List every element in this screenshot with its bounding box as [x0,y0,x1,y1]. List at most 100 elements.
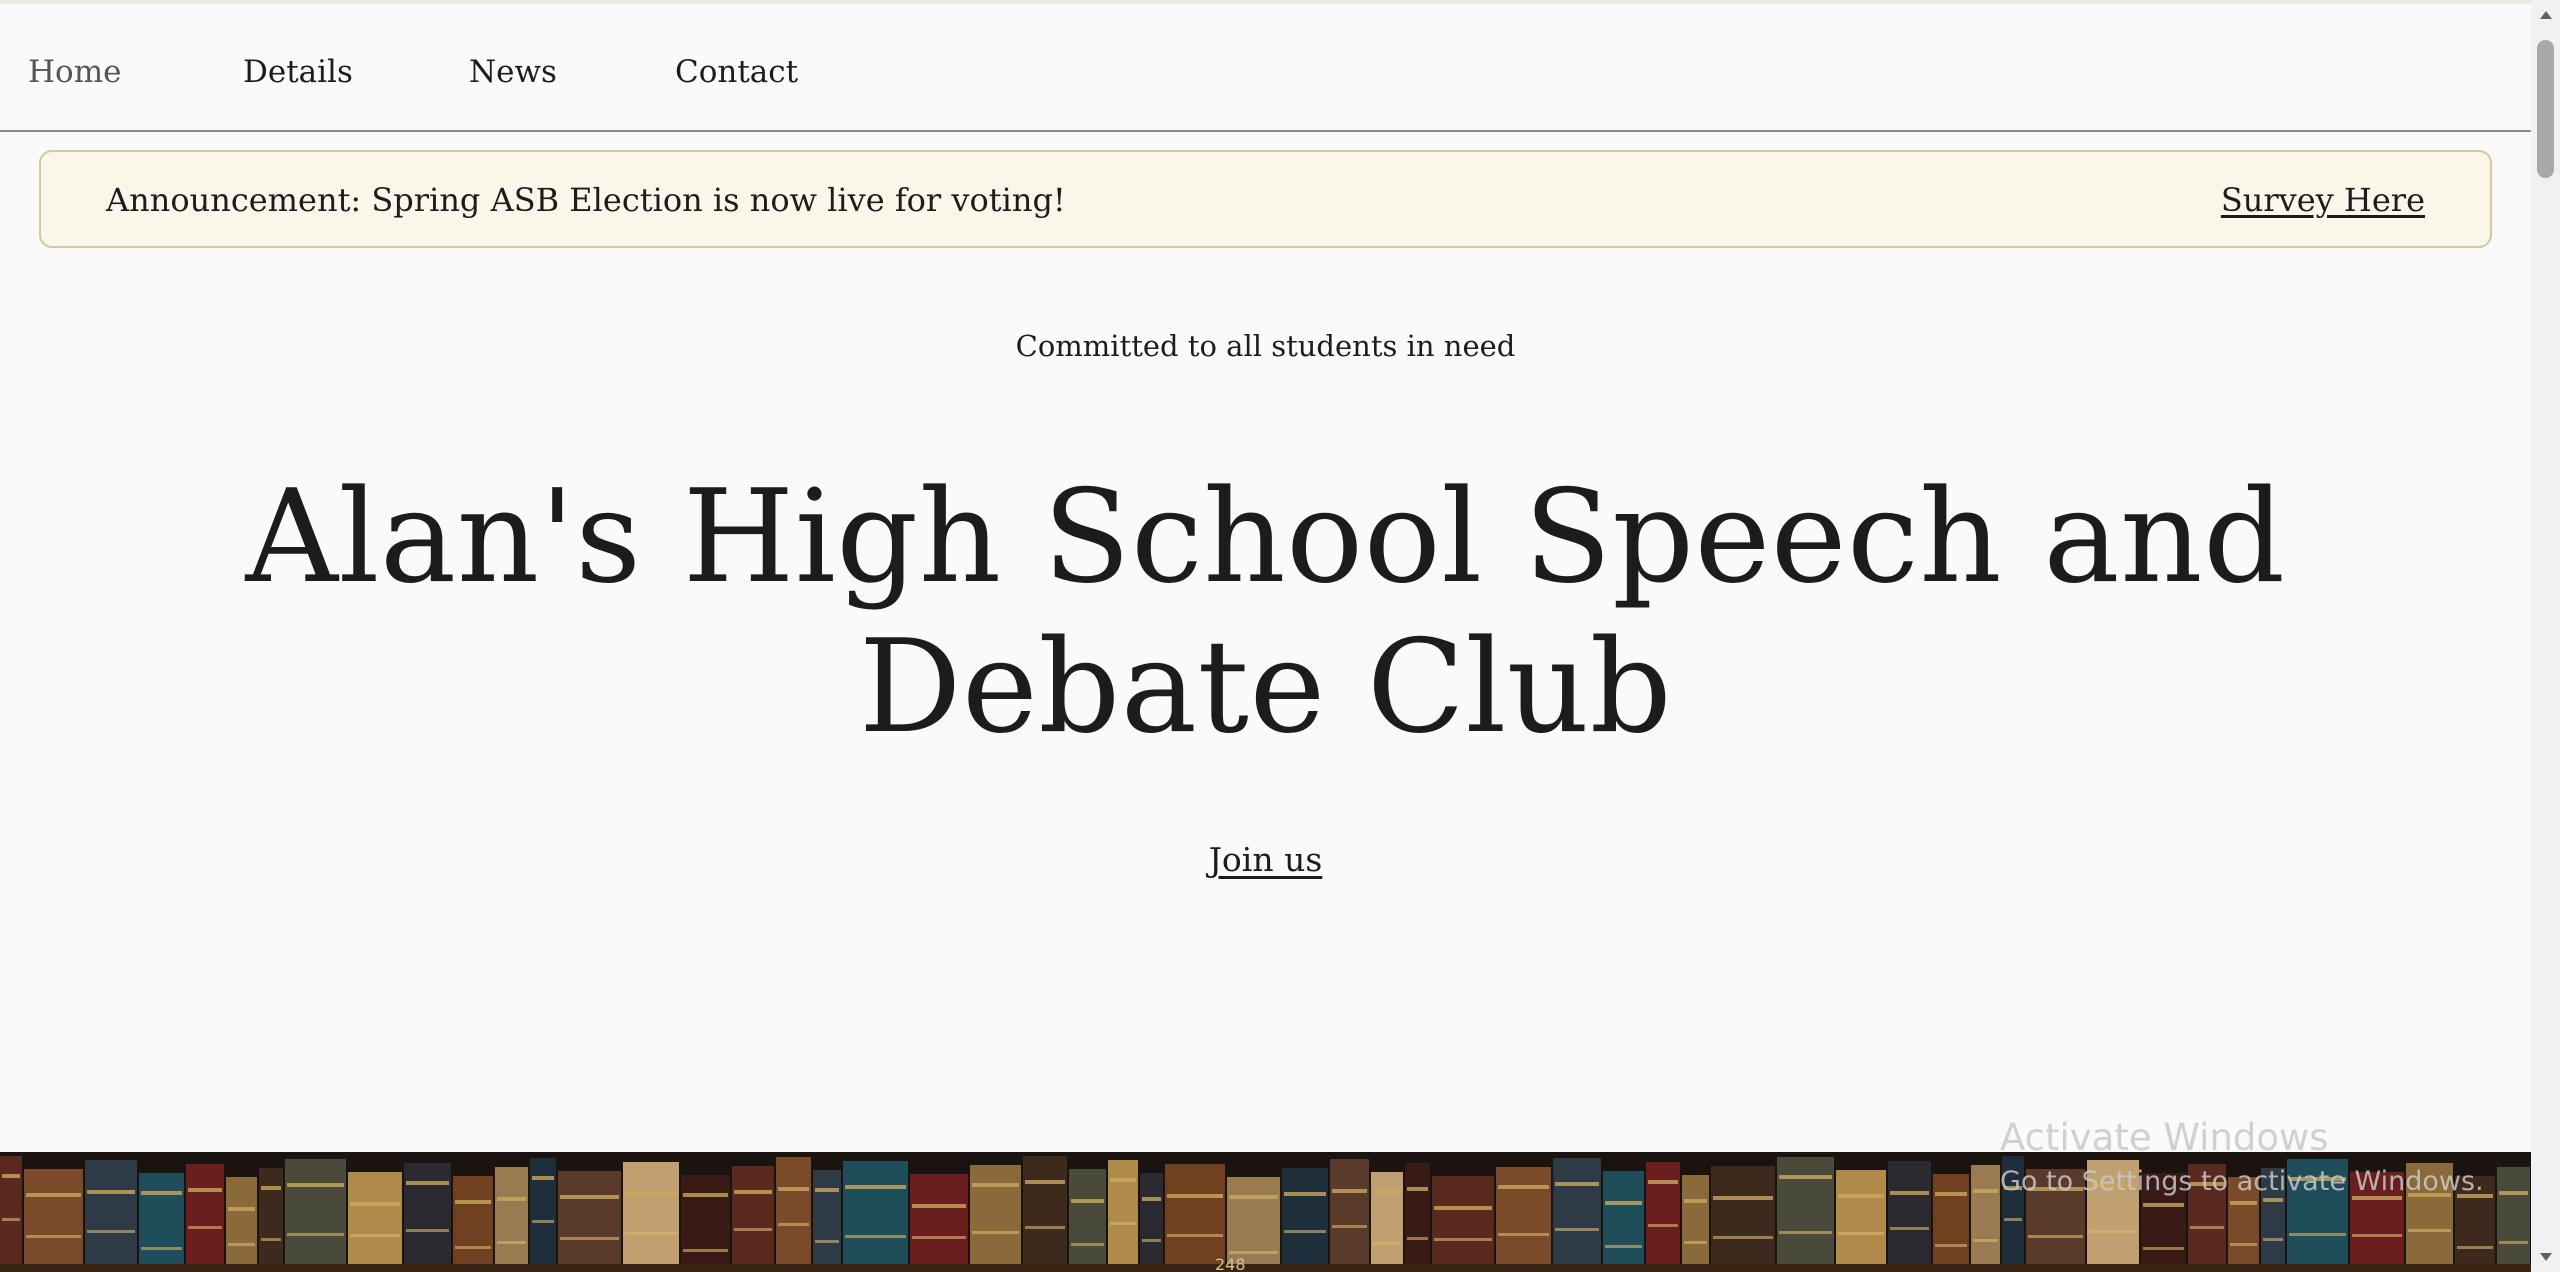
scroll-thumb[interactable] [2537,40,2554,178]
book-spine-band [350,1202,400,1206]
book-spine [910,1174,968,1264]
book-spine-band [683,1193,728,1197]
book-spine-band [2143,1247,2184,1250]
book-spine [1069,1169,1106,1264]
book-spine-band [1935,1192,1967,1196]
book-spine-band [683,1249,728,1252]
book-spine-band [1142,1239,1161,1242]
book-spine-band [497,1241,526,1244]
book-spine-band [972,1183,1019,1187]
bookshelf-banner-image: 248 [0,1152,2531,1272]
book-spine-band [1498,1233,1549,1236]
book-spine-band [2004,1218,2022,1221]
book-spine-band [1025,1180,1065,1184]
book-spine-band [2089,1184,2137,1188]
book-spine [2141,1173,2186,1264]
book-spine-band [1684,1199,1707,1203]
nav-details-link[interactable]: Details [243,52,353,92]
book-spine [1933,1174,1969,1264]
book-spine [1971,1165,2000,1264]
book-spine-band [1229,1251,1278,1254]
nav-news-link[interactable]: News [469,52,557,92]
book-spine-band [2289,1233,2346,1236]
book-spine-band [228,1243,255,1246]
book-spine-band [455,1200,491,1204]
book-spine-band [2499,1241,2528,1244]
book-spine [623,1162,679,1264]
book-spine-band [1498,1185,1549,1189]
spine-number-label: 248 [1215,1255,1246,1272]
book-spine-band [2408,1229,2451,1232]
hero-title: Alan's High School Speech and Debate Clu… [245,463,2286,762]
book-spine-band [815,1188,839,1192]
announcement-text: Announcement: Spring ASB Election is now… [106,181,1066,219]
book-spine-band [406,1229,449,1232]
book-spine-band [1935,1244,1967,1247]
nav-contact-link[interactable]: Contact [675,52,798,92]
scroll-down-button[interactable] [2531,1246,2560,1268]
book-spine-band [141,1247,182,1250]
book-spine [285,1159,346,1264]
book-spine-band [1555,1228,1599,1231]
book-spine [1371,1172,1403,1264]
book-spine-band [87,1230,135,1233]
page: Home Details News Contact Announcement: … [0,0,2531,1272]
book-spine-band [1605,1245,1642,1248]
book-spine-band [2028,1235,2083,1238]
book-spine-band [1973,1239,1998,1242]
book-spine-band [228,1207,255,1211]
book-spine-band [1890,1227,1929,1230]
main-nav: Home Details News Contact [0,4,2531,132]
book-spine-band [560,1237,619,1240]
bookshelf-illustration: 248 [0,1152,2531,1272]
survey-link[interactable]: Survey Here [2221,178,2425,222]
book-spine-band [455,1246,491,1249]
book-spine-band [1373,1190,1401,1194]
book-spine-band [1407,1237,1428,1240]
book-spine [558,1171,621,1264]
book-spine-band [1713,1236,1773,1239]
book-spine-band [2028,1187,2083,1191]
book-spine-band [1284,1192,1326,1196]
book-spine-band [2089,1230,2137,1233]
book-spine-band [532,1220,554,1223]
book-spine-band [2143,1203,2184,1207]
book-spine [2261,1168,2285,1264]
book-spine [24,1169,83,1264]
book-spine-band [2352,1234,2402,1237]
scroll-up-button[interactable] [2531,4,2560,26]
book-spine-band [734,1228,772,1231]
book-spine-band [2499,1191,2528,1195]
book-spine-band [2263,1198,2283,1202]
triangle-up-icon [2539,11,2552,19]
book-spine [348,1172,402,1264]
book-spine-band [1167,1194,1223,1198]
vertical-scrollbar[interactable] [2531,0,2560,1272]
book-spine-band [1555,1182,1599,1186]
book-spine [0,1156,22,1264]
book-spine [1330,1159,1369,1264]
nav-home-link[interactable]: Home [28,52,121,92]
book-spine [2497,1167,2530,1264]
book-spine [1646,1162,1680,1264]
book-spine-band [2230,1201,2257,1205]
hero-tagline: Committed to all students in need [1015,329,1516,363]
book-spine-band [497,1197,526,1201]
join-us-link[interactable]: Join us [1209,840,1323,879]
book-spine [1888,1161,1931,1264]
book-spine-band [625,1192,677,1196]
book-spine-band [1373,1242,1401,1245]
book-spine-band [1890,1191,1929,1195]
book-spine-band [912,1236,966,1239]
book-spine-band [188,1188,222,1192]
book-spine-band [287,1233,344,1236]
book-spine-band [1142,1197,1161,1201]
book-spine [732,1166,774,1264]
book-spine-band [845,1235,906,1238]
book-spine [1282,1168,1328,1264]
book-spine [1777,1157,1834,1264]
book-spine-band [1167,1234,1223,1237]
book-spine-band [532,1176,554,1180]
book-spine-band [912,1204,966,1208]
book-spine-band [1779,1231,1832,1234]
